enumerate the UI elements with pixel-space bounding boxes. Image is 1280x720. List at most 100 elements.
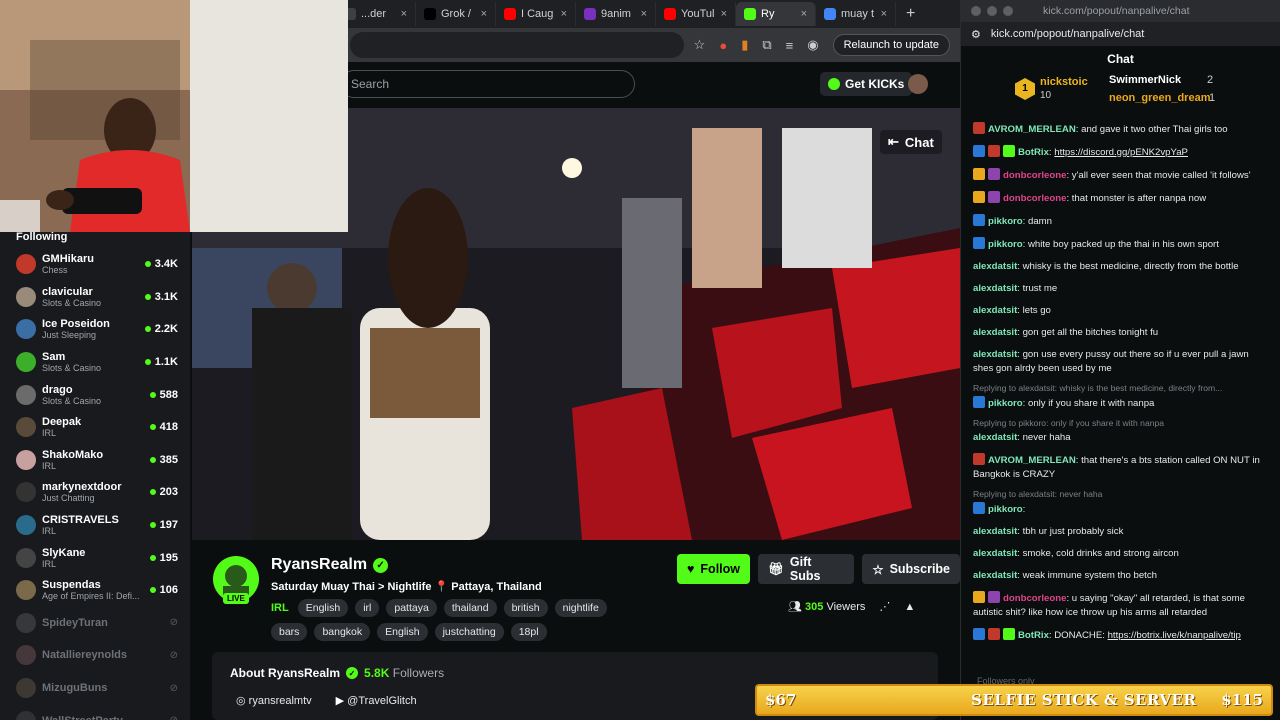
close-tab-icon[interactable]: × (401, 8, 407, 20)
extension-icon[interactable]: ▮ (741, 37, 748, 53)
bookmark-star-icon[interactable]: ☆ (694, 37, 706, 53)
chat-username[interactable]: pikkoro (988, 504, 1023, 515)
reply-context[interactable]: Replying to alexdatsit: never haha (973, 487, 1268, 501)
sidebar-channel-item[interactable]: WallStreetParty ⊘ (0, 704, 190, 720)
profile-icon[interactable]: ◉ (807, 37, 818, 53)
browser-tab[interactable]: muay t × (816, 2, 896, 26)
follow-button[interactable]: ♥ Follow (677, 554, 750, 584)
tag-chip[interactable]: pattaya (386, 599, 437, 617)
address-field[interactable] (350, 32, 684, 58)
share-icon[interactable]: ⋰ (879, 600, 890, 613)
chat-username[interactable]: alexdatsit (973, 548, 1017, 559)
chat-username[interactable]: alexdatsit (973, 327, 1017, 338)
chat-text: : damn (1022, 216, 1052, 227)
tag-chip[interactable]: irl (355, 599, 380, 617)
sidebar-channel-item[interactable]: drago Slots & Casino 588 (0, 378, 190, 411)
youtube-link[interactable]: ▶ @TravelGlitch (336, 694, 417, 707)
chat-username[interactable]: donbcorleone (1003, 593, 1066, 604)
tag-chip[interactable]: justchatting (434, 623, 504, 641)
sidebar-channel-item[interactable]: markynextdoor Just Chatting 203 (0, 476, 190, 509)
sidebar-channel-item[interactable]: GMHikaru Chess 3.4K (0, 248, 190, 281)
browser-tab[interactable]: YouTul × (656, 2, 736, 26)
chat-username[interactable]: donbcorleone (1003, 193, 1066, 204)
popout-url-bar[interactable]: ⚙︎ kick.com/popout/nanpalive/chat (961, 22, 1280, 46)
site-settings-icon[interactable]: ⚙︎ (971, 28, 981, 41)
leader-3-name[interactable]: neon_green_dream (1109, 92, 1210, 104)
browser-tab[interactable]: Grok / × (416, 2, 496, 26)
instagram-link[interactable]: ◎ ryansrealmtv (236, 694, 312, 707)
puzzle-icon[interactable]: ⧉ (762, 37, 771, 53)
sidebar-channel-item[interactable]: clavicular Slots & Casino 3.1K (0, 281, 190, 314)
close-tab-icon[interactable]: × (801, 8, 807, 20)
gift-subs-button[interactable]: 🎁︎ Gift Subs (758, 554, 855, 584)
sidebar-channel-item[interactable]: Suspendas Age of Empires II: Defi... 106 (0, 574, 190, 607)
close-window-icon[interactable] (971, 6, 981, 16)
chat-username[interactable]: donbcorleone (1003, 170, 1066, 181)
search-input[interactable]: Search (340, 70, 635, 98)
close-tab-icon[interactable]: × (561, 8, 567, 20)
chat-username[interactable]: pikkoro (988, 216, 1023, 227)
sidebar-channel-item[interactable]: ShakoMako IRL 385 (0, 444, 190, 477)
browser-tab[interactable]: 9anim × (576, 2, 656, 26)
leader-1-name[interactable]: nickstoic (1040, 76, 1088, 88)
tag-chip[interactable]: thailand (443, 599, 497, 617)
zoom-window-icon[interactable] (1003, 6, 1013, 16)
chat-username[interactable]: AVROM_MERLEAN (988, 124, 1076, 135)
sidebar-channel-item[interactable]: MizuguBuns ⊘ (0, 672, 190, 705)
reply-context[interactable]: Replying to alexdatsit: whisky is the be… (973, 381, 1268, 395)
channel-name[interactable]: RyansRealm (271, 556, 367, 574)
reply-context[interactable]: Replying to pikkoro: only if you share i… (973, 416, 1268, 430)
chat-username[interactable]: alexdatsit (973, 570, 1017, 581)
sidebar-channel-item[interactable]: CRISTRAVELS IRL 197 (0, 509, 190, 542)
chat-username[interactable]: alexdatsit (973, 349, 1017, 360)
category-link[interactable]: IRL (271, 602, 289, 614)
report-icon[interactable]: ▲ (904, 601, 915, 613)
sidebar-channel-item[interactable]: SlyKane IRL 195 (0, 541, 190, 574)
relaunch-button[interactable]: Relaunch to update (832, 34, 950, 56)
user-avatar[interactable] (908, 74, 928, 94)
sidebar-channel-item[interactable]: Deepak IRL 418 (0, 411, 190, 444)
sidebar-channel-item[interactable]: Natalliereynolds ⊘ (0, 639, 190, 672)
sidebar-channel-item[interactable]: Ice Poseidon Just Sleeping 2.2K (0, 313, 190, 346)
chat-username[interactable]: pikkoro (988, 239, 1023, 250)
tag-chip[interactable]: nightlife (554, 599, 607, 617)
tag-chip[interactable]: English (377, 623, 428, 641)
minimize-window-icon[interactable] (987, 6, 997, 16)
sidebar-channel-item[interactable]: SpideyTuran ⊘ (0, 607, 190, 640)
chat-username[interactable]: alexdatsit (973, 432, 1017, 443)
tag-chip[interactable]: 18pl (510, 623, 547, 641)
get-kicks-button[interactable]: Get KICKs (820, 72, 913, 96)
close-tab-icon[interactable]: × (641, 8, 647, 20)
chat-badge-icon (973, 237, 985, 249)
chat-badge-icon (1003, 145, 1015, 157)
sidebar-channel-item[interactable]: Sam Slots & Casino 1.1K (0, 346, 190, 379)
chat-username[interactable]: BotRix (1018, 147, 1049, 158)
sidebar-channel-text: SlyKane IRL (42, 547, 144, 569)
browser-tab[interactable]: I Caug × (496, 2, 576, 26)
tag-chip[interactable]: bangkok (314, 623, 371, 641)
chat-username[interactable]: alexdatsit (973, 305, 1017, 316)
chat-username[interactable]: alexdatsit (973, 283, 1017, 294)
chat-username[interactable]: alexdatsit (973, 526, 1017, 537)
chat-username[interactable]: pikkoro (988, 398, 1023, 409)
tag-chip[interactable]: English (297, 599, 349, 617)
subscribe-button[interactable]: ☆ Subscribe (862, 554, 960, 584)
leader-2-name[interactable]: SwimmerNick (1109, 74, 1181, 86)
chat-link[interactable]: https://discord.gg/pENK2vpYaP (1054, 147, 1188, 158)
chat-badge-icon (988, 628, 1000, 640)
close-tab-icon[interactable]: × (481, 8, 487, 20)
close-tab-icon[interactable]: × (721, 8, 727, 20)
chat-username[interactable]: BotRix (1018, 630, 1049, 641)
chat-link[interactable]: https://botrix.live/k/nanpalive/tip (1108, 630, 1241, 641)
chat-username[interactable]: AVROM_MERLEAN (988, 455, 1076, 466)
browser-tab[interactable]: ...der × (336, 2, 416, 26)
chat-username[interactable]: alexdatsit (973, 261, 1017, 272)
tag-chip[interactable]: bars (271, 623, 308, 641)
close-tab-icon[interactable]: × (881, 8, 887, 20)
new-tab-button[interactable]: + (896, 5, 925, 23)
extension-icon[interactable]: ● (719, 38, 727, 53)
tag-chip[interactable]: british (503, 599, 548, 617)
browser-tab[interactable]: Ry × (736, 2, 816, 26)
chat-toggle-button[interactable]: ⇤ Chat (880, 130, 942, 154)
media-controls-icon[interactable]: ≡ (786, 38, 794, 53)
